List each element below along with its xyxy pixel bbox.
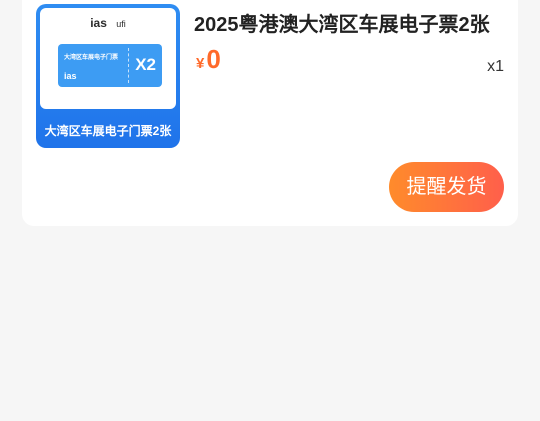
product-thumbnail[interactable]: ias ufi 大湾区车展电子门票 ias X2 大湾区车展电子门票2张 bbox=[36, 4, 180, 148]
thumbnail-logo-row: ias ufi bbox=[40, 16, 176, 30]
product-price: ¥0 bbox=[196, 44, 221, 75]
ticket-logo: ias bbox=[64, 71, 77, 81]
product-quantity: x1 bbox=[487, 58, 504, 75]
ticket-graphic: 大湾区车展电子门票 ias X2 bbox=[58, 44, 162, 87]
ufi-logo: ufi bbox=[116, 19, 126, 29]
ticket-divider bbox=[128, 48, 129, 83]
currency-symbol: ¥ bbox=[196, 55, 205, 72]
thumbnail-caption: 大湾区车展电子门票2张 bbox=[44, 124, 172, 138]
remind-shipment-button[interactable]: 提醒发货 bbox=[389, 162, 504, 212]
ias-logo: ias bbox=[90, 16, 107, 30]
product-title[interactable]: 2025粤港澳大湾区车展电子票2张 bbox=[194, 8, 490, 37]
order-item-card: ias ufi 大湾区车展电子门票 ias X2 大湾区车展电子门票2张 202… bbox=[22, 0, 518, 226]
price-amount: 0 bbox=[206, 44, 221, 74]
thumbnail-inner: ias ufi 大湾区车展电子门票 ias X2 bbox=[40, 8, 176, 109]
ticket-count: X2 bbox=[135, 55, 156, 74]
ticket-title: 大湾区车展电子门票 bbox=[64, 55, 119, 61]
